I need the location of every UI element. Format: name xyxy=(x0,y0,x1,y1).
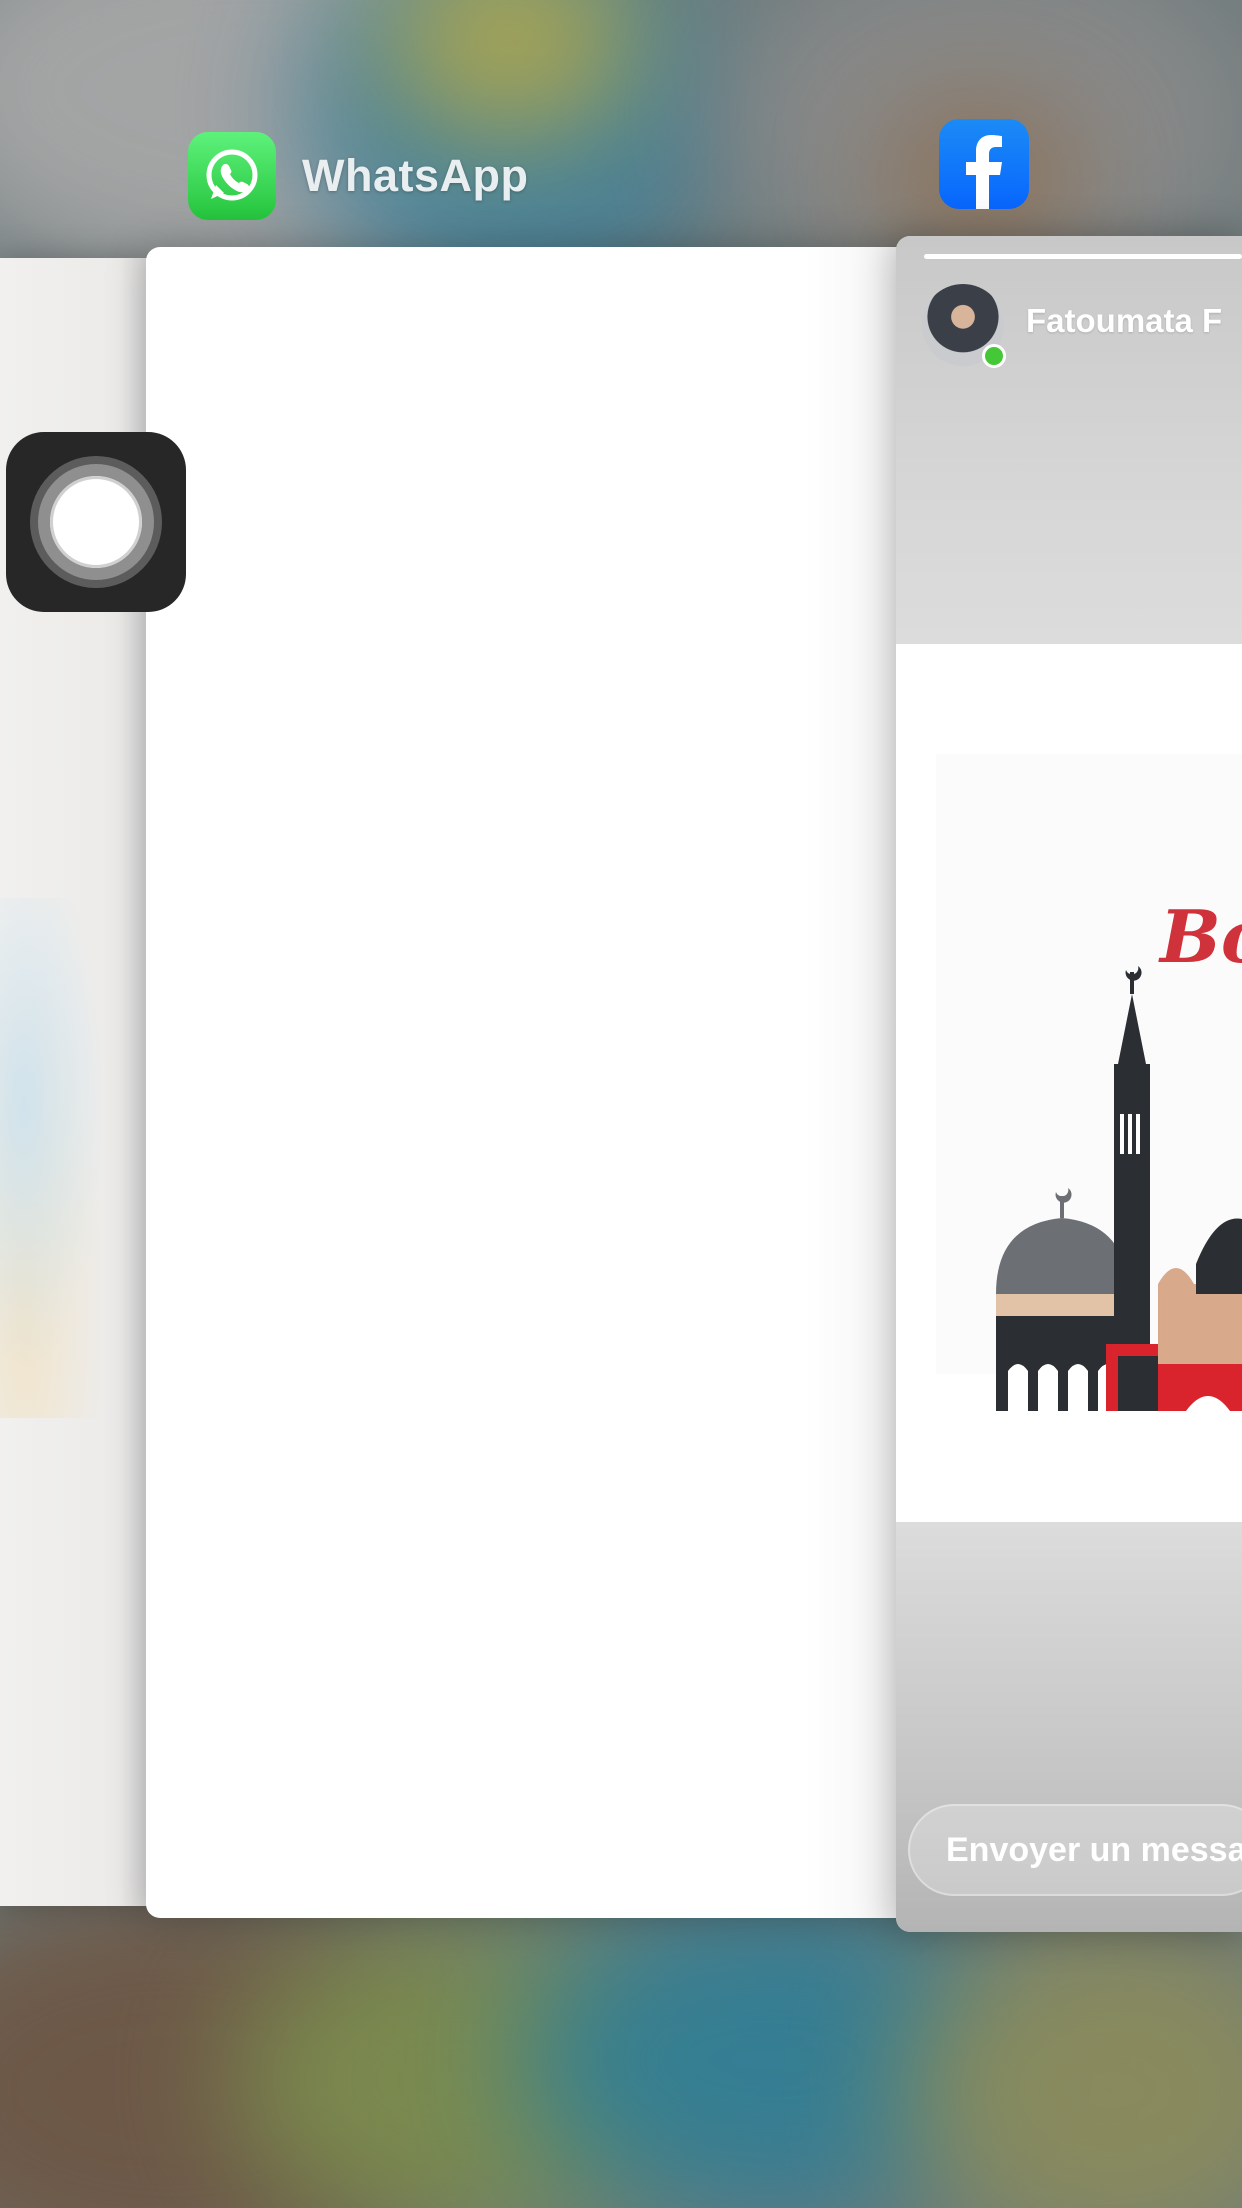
online-status-icon xyxy=(982,344,1006,368)
avatar xyxy=(922,284,1006,368)
story-author-name: Fatoumata F xyxy=(1026,302,1223,339)
story-post-text: Bon xyxy=(1160,894,1242,979)
story-reply-placeholder: Envoyer un messa xyxy=(946,1830,1242,1869)
whatsapp-app-card[interactable] xyxy=(146,247,912,1918)
whatsapp-title: WhatsApp xyxy=(302,150,529,201)
whatsapp-card-header[interactable]: WhatsApp xyxy=(188,132,528,220)
story-post-image: Bon xyxy=(896,644,1242,1522)
assistive-touch-icon[interactable] xyxy=(6,432,186,612)
story-progress-bar xyxy=(924,254,1242,259)
whatsapp-icon xyxy=(188,132,276,220)
facebook-app-card[interactable]: Fatoumata F B Envoyer un messa xyxy=(896,236,1242,1932)
story-reply-input[interactable]: Envoyer un messa xyxy=(908,1804,1242,1896)
mosque-illustration xyxy=(996,966,1242,1411)
facebook-icon[interactable] xyxy=(939,119,1029,209)
